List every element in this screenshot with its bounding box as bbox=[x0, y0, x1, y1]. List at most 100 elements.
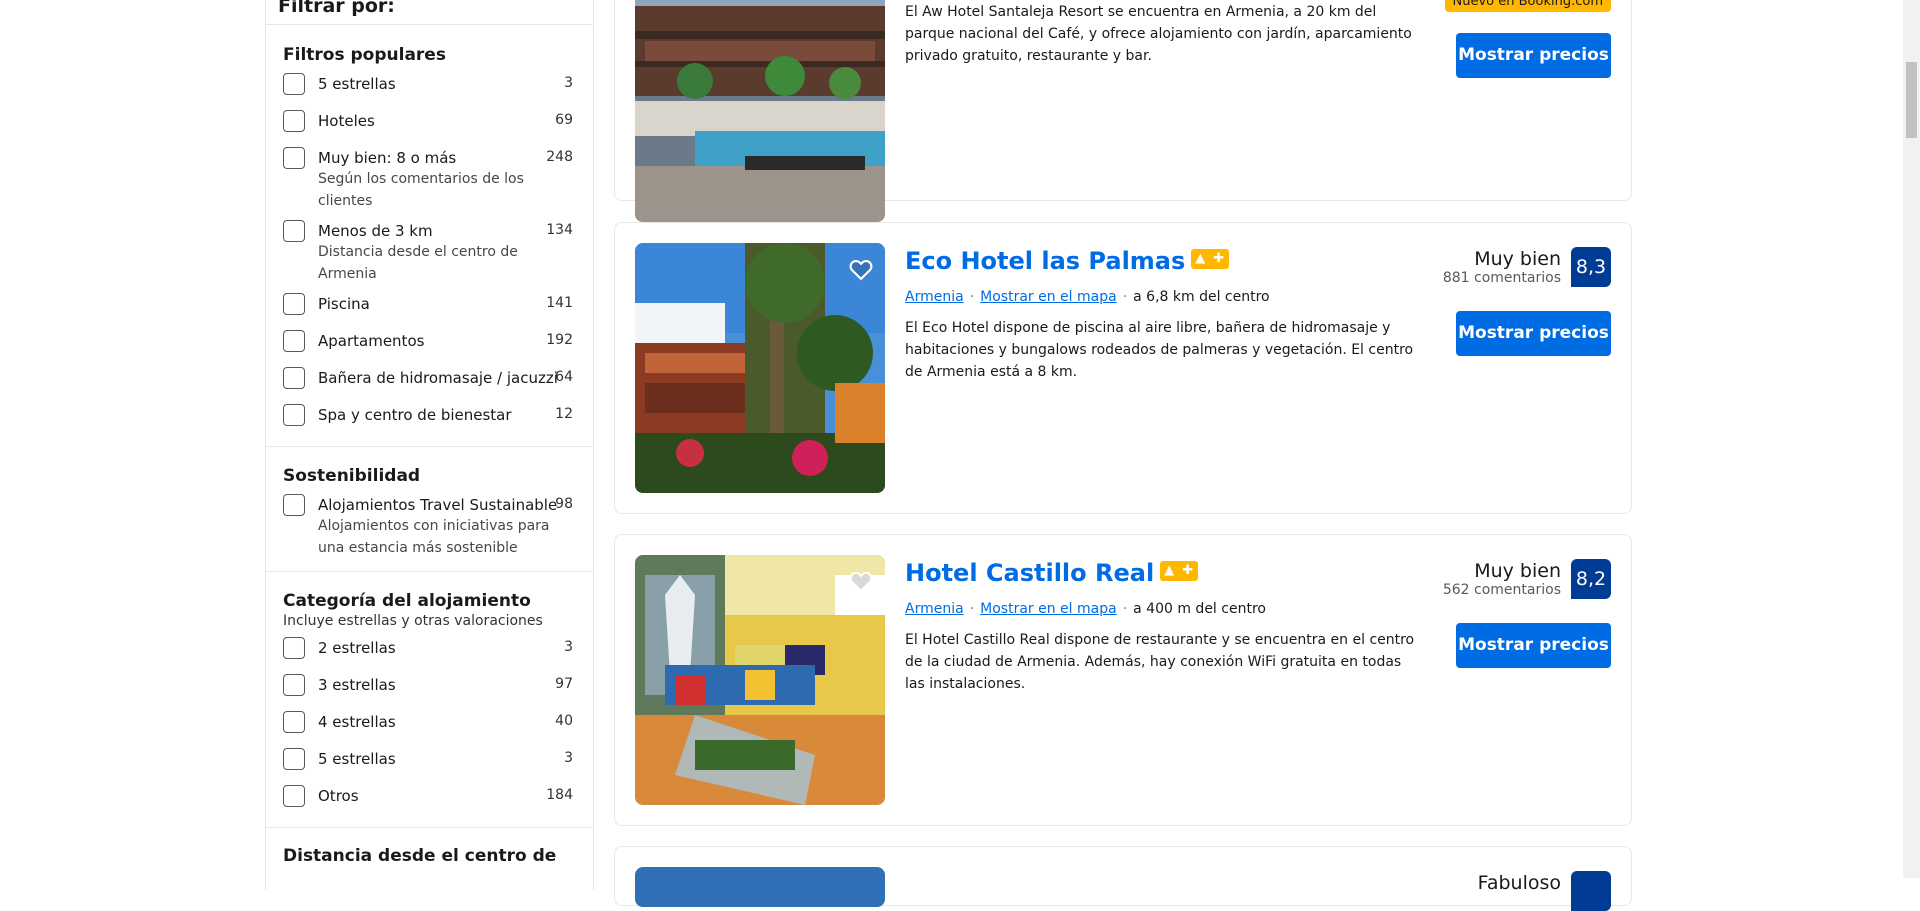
filter-group-sustainability: Sostenibilidad Alojamientos Travel Susta… bbox=[266, 447, 593, 572]
property-card: El Aw Hotel Santaleja Resort se encuentr… bbox=[614, 0, 1632, 222]
new-on-booking-badge: Nuevo en Booking.com bbox=[1444, 0, 1611, 12]
filter-option-otros[interactable]: Otros 184 bbox=[266, 785, 593, 815]
heart-icon[interactable] bbox=[847, 255, 875, 283]
filter-group-title: Distancia desde el centro de bbox=[283, 846, 557, 866]
show-on-map-link[interactable]: Mostrar en el mapa bbox=[980, 289, 1117, 305]
city-link[interactable]: Armenia bbox=[905, 289, 964, 305]
scrollbar-thumb[interactable] bbox=[1906, 62, 1917, 138]
filter-group-title: Sostenibilidad bbox=[283, 466, 421, 486]
property-description: El Aw Hotel Santaleja Resort se encuentr… bbox=[905, 4, 1412, 64]
filter-option-jacuzzi[interactable]: Bañera de hidromasaje / jacuzzi 64 bbox=[266, 367, 593, 397]
show-prices-button[interactable]: Mostrar precios bbox=[1456, 311, 1611, 356]
checkbox[interactable] bbox=[283, 674, 305, 696]
filter-group-title: Filtros populares bbox=[283, 45, 446, 65]
checkbox[interactable] bbox=[283, 293, 305, 315]
rating-summary: Muy bien 881 comentarios bbox=[1443, 249, 1561, 287]
filter-group-title: Categoría del alojamiento bbox=[283, 591, 531, 611]
filters-sidebar: Filtrar por: Filtros populares 5 estrell… bbox=[265, 0, 594, 890]
property-photo[interactable] bbox=[635, 243, 885, 493]
filter-count: 134 bbox=[546, 222, 573, 238]
property-card: Eco Hotel las Palmas ▲ ✚ Armenia · Mostrar e… bbox=[614, 222, 1632, 514]
property-card: Fabuloso bbox=[614, 846, 1632, 911]
filter-count: 98 bbox=[555, 496, 573, 512]
checkbox[interactable] bbox=[283, 73, 305, 95]
property-title[interactable]: Hotel Castillo Real ▲ ✚ bbox=[905, 559, 1199, 587]
filter-count: 97 bbox=[555, 676, 573, 692]
filter-count: 12 bbox=[555, 406, 573, 422]
property-location: Armenia · Mostrar en el mapa · a 6,8 km del … bbox=[905, 289, 1270, 305]
filter-count: 3 bbox=[564, 639, 573, 655]
property-title[interactable]: Eco Hotel las Palmas ▲ ✚ bbox=[905, 247, 1230, 275]
checkbox[interactable] bbox=[283, 330, 305, 352]
filter-count: 64 bbox=[555, 369, 573, 385]
filter-option-apartamentos[interactable]: Apartamentos 192 bbox=[266, 330, 593, 360]
page-scrollbar[interactable] bbox=[1903, 0, 1920, 878]
review-count: 881 comentarios bbox=[1442, 270, 1561, 286]
filter-option-5-stars-category[interactable]: 5 estrellas 3 bbox=[266, 748, 593, 778]
resort-photo-image bbox=[635, 0, 885, 222]
checkbox[interactable] bbox=[283, 404, 305, 426]
checkbox[interactable] bbox=[283, 785, 305, 807]
rating-word: Muy bien bbox=[1474, 248, 1561, 270]
show-prices-button[interactable]: Mostrar precios bbox=[1456, 33, 1611, 78]
property-card: Hotel Castillo Real ▲ ✚ Armenia · Mostrar en… bbox=[614, 534, 1632, 826]
filter-description: Distancia desde el centro de Armenia bbox=[318, 244, 518, 282]
heart-icon[interactable] bbox=[847, 567, 875, 595]
checkbox[interactable] bbox=[283, 711, 305, 733]
filter-count: 69 bbox=[555, 112, 573, 128]
filter-count: 248 bbox=[546, 149, 573, 165]
review-score[interactable]: 8,3 bbox=[1571, 247, 1611, 287]
distance-from-center: a 400 m del centro bbox=[1133, 601, 1266, 617]
filter-description: Según los comentarios de los clientes bbox=[318, 171, 524, 209]
distance-from-center: a 6,8 km del centro bbox=[1133, 289, 1270, 305]
city-link[interactable]: Armenia bbox=[905, 601, 964, 617]
filter-count: 192 bbox=[546, 332, 573, 348]
checkbox[interactable] bbox=[283, 220, 305, 242]
filter-option-3-stars[interactable]: 3 estrellas 97 bbox=[266, 674, 593, 704]
show-prices-button[interactable]: Mostrar precios bbox=[1456, 623, 1611, 668]
rating-word: Muy bien bbox=[1474, 560, 1561, 582]
filter-group-subtitle: Incluye estrellas y otras valoraciones bbox=[283, 613, 543, 629]
filter-option-menos-3km[interactable]: Menos de 3 km 134 Distancia desde el cen… bbox=[266, 220, 593, 285]
property-photo[interactable] bbox=[635, 0, 885, 222]
filter-count: 3 bbox=[564, 750, 573, 766]
filter-count: 141 bbox=[546, 295, 573, 311]
filter-option-muy-bien[interactable]: Muy bien: 8 o más 248 Según los comentar… bbox=[266, 147, 593, 212]
filter-option-hoteles[interactable]: Hoteles 69 bbox=[266, 110, 593, 140]
thumbs-up-plus-icon: ▲ ✚ bbox=[1160, 561, 1199, 581]
property-description: El Eco Hotel dispone de piscina al aire … bbox=[905, 320, 1414, 380]
filter-description: Alojamientos con iniciativas para una es… bbox=[318, 518, 550, 556]
filter-option-spa[interactable]: Spa y centro de bienestar 12 bbox=[266, 404, 593, 434]
filter-option-5-stars[interactable]: 5 estrellas 3 bbox=[266, 73, 593, 103]
property-photo[interactable] bbox=[635, 867, 885, 907]
filter-group-popular: Filtros populares 5 estrellas 3 Hoteles … bbox=[266, 25, 593, 447]
rating-word: Fabuloso bbox=[1477, 872, 1561, 894]
filter-option-piscina[interactable]: Piscina 141 bbox=[266, 293, 593, 323]
review-score[interactable]: 8,2 bbox=[1571, 559, 1611, 599]
checkbox[interactable] bbox=[283, 637, 305, 659]
checkbox[interactable] bbox=[283, 367, 305, 389]
checkbox[interactable] bbox=[283, 147, 305, 169]
filter-count: 3 bbox=[564, 75, 573, 91]
filter-count: 184 bbox=[546, 787, 573, 803]
rating-summary: Muy bien 562 comentarios bbox=[1443, 561, 1561, 599]
filter-count: 40 bbox=[555, 713, 573, 729]
checkbox[interactable] bbox=[283, 110, 305, 132]
property-photo[interactable] bbox=[635, 555, 885, 805]
thumbs-up-plus-icon: ▲ ✚ bbox=[1191, 249, 1230, 269]
rating-summary: Fabuloso bbox=[1478, 873, 1561, 893]
filter-group-category: Categoría del alojamiento Incluye estrel… bbox=[266, 572, 593, 828]
review-count: 562 comentarios bbox=[1442, 582, 1561, 598]
filter-group-distance: Distancia desde el centro de bbox=[266, 828, 593, 878]
property-location: Armenia · Mostrar en el mapa · a 400 m del c… bbox=[905, 601, 1266, 617]
property-photo-image bbox=[635, 867, 885, 907]
checkbox[interactable] bbox=[283, 748, 305, 770]
checkbox[interactable] bbox=[283, 494, 305, 516]
filter-option-travel-sustainable[interactable]: Alojamientos Travel Sustainable 98 Aloja… bbox=[266, 494, 593, 559]
filter-option-2-stars[interactable]: 2 estrellas 3 bbox=[266, 637, 593, 667]
review-score[interactable] bbox=[1571, 871, 1611, 911]
filters-header: Filtrar por: bbox=[266, 0, 593, 25]
show-on-map-link[interactable]: Mostrar en el mapa bbox=[980, 601, 1117, 617]
filter-option-4-stars[interactable]: 4 estrellas 40 bbox=[266, 711, 593, 741]
property-description: El Hotel Castillo Real dispone de restau… bbox=[905, 632, 1415, 692]
